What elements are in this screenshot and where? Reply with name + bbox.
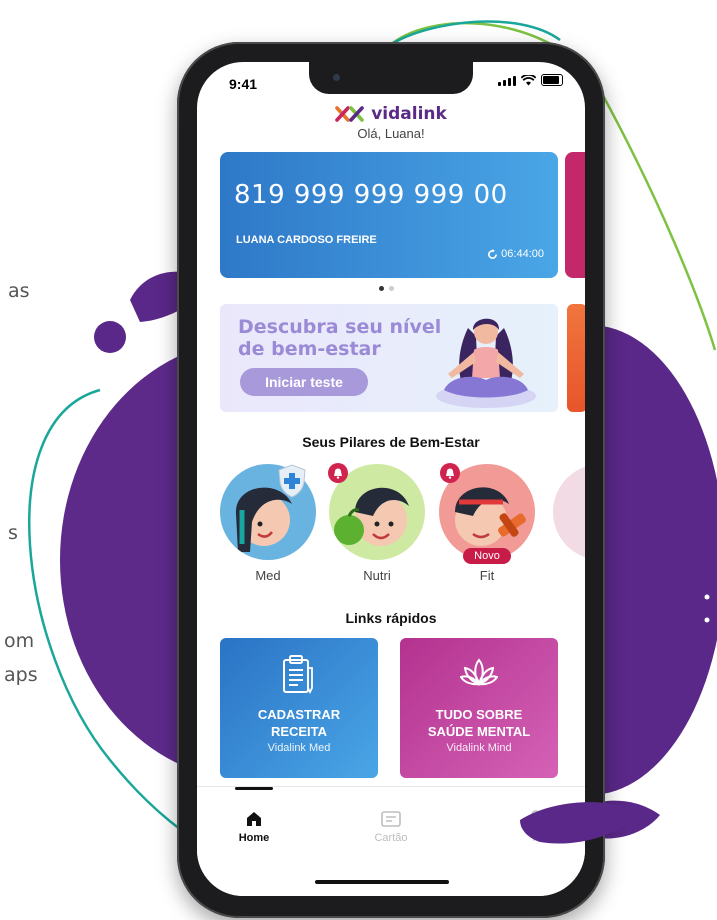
new-badge: Novo — [463, 548, 511, 564]
bell-icon — [446, 468, 454, 479]
quick-link-subtitle: Vidalink Mind — [446, 742, 512, 754]
tab-label: Home — [238, 832, 270, 844]
card-holder-name: LUANA CARDOSO FREIRE — [236, 234, 377, 246]
wellbeing-banner[interactable]: Descubra seu nível de bem-estar Iniciar … — [220, 304, 558, 412]
membership-card[interactable]: 819 999 999 999 00 LUANA CARDOSO FREIRE … — [220, 152, 558, 278]
notification-bell-fit — [440, 463, 460, 483]
refresh-icon — [488, 248, 498, 259]
battery-icon — [541, 74, 563, 86]
quick-link-title-line1: TUDO SOBRE — [435, 707, 523, 722]
status-icons — [498, 74, 563, 86]
background-text-fragment: om — [4, 630, 35, 652]
vidalink-logo-icon — [335, 106, 364, 122]
pillar-label: Fit — [479, 568, 495, 583]
carousel-dot[interactable] — [389, 286, 394, 291]
signal-icon — [498, 76, 516, 86]
banner-title-line2: de bem-estar — [238, 338, 381, 360]
prescription-icon — [283, 655, 313, 694]
meditation-illustration — [436, 318, 536, 408]
phone-frame: 9:41 vidalink Olá, Luana! 819 999 999 99… — [177, 42, 605, 918]
tab-profile[interactable]: P — [496, 809, 576, 844]
home-icon — [247, 812, 261, 826]
quick-link-title-line1: CADASTRAR — [257, 707, 341, 722]
quick-link-subtitle: Vidalink Med — [267, 742, 331, 754]
background-text-fragment: s — [8, 522, 18, 544]
logo-text: vidalink — [371, 104, 447, 124]
profile-icon — [528, 810, 544, 828]
banner-title: Descubra seu nível de bem-estar — [238, 316, 441, 360]
phone-notch — [309, 62, 473, 94]
bell-icon — [334, 468, 342, 479]
quick-link-register-prescription[interactable]: CADASTRAR RECEITA Vidalink Med — [220, 638, 378, 778]
tab-home[interactable]: Home — [214, 809, 294, 844]
card-number: 819 999 999 999 00 — [234, 180, 508, 210]
carousel-dots — [379, 286, 394, 291]
app-screen: 9:41 vidalink Olá, Luana! 819 999 999 99… — [197, 62, 585, 896]
background-text-fragment: as — [8, 280, 30, 302]
notification-bell-nutri — [328, 463, 348, 483]
card-timer-value: 06:44:00 — [501, 248, 544, 260]
quick-link-mental-health[interactable]: TUDO SOBRE SAÚDE MENTAL Vidalink Mind — [400, 638, 558, 778]
next-banner-peek[interactable] — [567, 304, 585, 412]
pillar-label: Med — [255, 568, 281, 583]
start-test-button[interactable]: Iniciar teste — [240, 368, 368, 396]
next-card-peek[interactable] — [565, 152, 585, 278]
active-tab-indicator — [235, 787, 273, 790]
app-logo: vidalink — [197, 104, 585, 124]
pillar-nutri[interactable]: Nutri — [329, 464, 425, 583]
tab-label: Cartão — [374, 832, 408, 844]
tab-label: P — [532, 832, 540, 844]
carousel-dot-active[interactable] — [379, 286, 384, 291]
home-indicator — [315, 880, 449, 884]
shield-cross-icon — [278, 464, 306, 498]
banner-title-line1: Descubra seu nível — [238, 316, 442, 338]
quick-links-title: Links rápidos — [345, 610, 437, 626]
greeting: Olá, Luana! — [357, 126, 425, 141]
quick-link-title: CADASTRAR RECEITA — [220, 706, 378, 740]
wifi-icon — [521, 75, 536, 86]
quick-link-title: TUDO SOBRE SAÚDE MENTAL — [400, 706, 558, 740]
card-icon — [381, 811, 401, 827]
pillar-peek[interactable] — [553, 464, 585, 560]
status-time: 9:41 — [229, 76, 258, 92]
lotus-icon — [460, 658, 498, 686]
pillars-title: Seus Pilares de Bem-Estar — [302, 434, 480, 450]
pillar-label: Nutri — [363, 568, 391, 583]
background-text-fragment: aps — [4, 664, 38, 686]
card-timer: 06:44:00 — [487, 248, 544, 260]
camera-icon — [333, 74, 340, 81]
quick-link-title-line2: SAÚDE MENTAL — [427, 724, 531, 739]
quick-link-title-line2: RECEITA — [270, 724, 328, 739]
tab-card[interactable]: Cartão — [351, 809, 431, 844]
